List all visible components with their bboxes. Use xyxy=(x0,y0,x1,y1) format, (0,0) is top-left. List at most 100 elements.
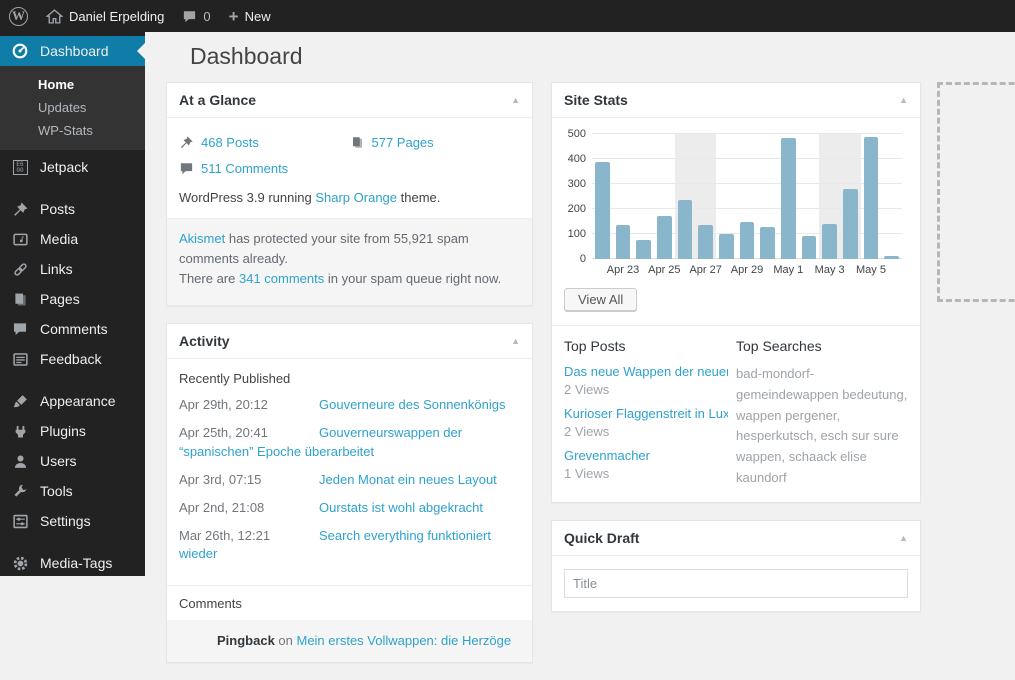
links-chain-icon xyxy=(10,259,30,279)
top-post-views: 2 Views xyxy=(564,424,728,439)
chart-bar[interactable] xyxy=(595,162,610,260)
chart-y-axis: 0100200300400500 xyxy=(564,134,590,259)
activity-widget: Activity ▲ Recently Published Apr 29th, … xyxy=(166,323,533,663)
sidebar-item-label: Links xyxy=(40,261,73,277)
collapse-caret-icon[interactable]: ▲ xyxy=(899,96,908,105)
wrench-icon xyxy=(10,481,30,501)
y-tick-label: 400 xyxy=(568,153,586,165)
sidebar-item-media-tags[interactable]: Media-Tags xyxy=(0,548,145,578)
y-tick-label: 0 xyxy=(580,253,586,265)
dashboard-column-2: Site Stats ▲ 0100200300400500 Apr 23 Apr … xyxy=(551,82,921,629)
wordpress-logo-icon: W xyxy=(9,7,28,26)
sidebar-item-label: Comments xyxy=(40,321,108,337)
chart-bar[interactable] xyxy=(884,256,899,259)
comment-bubble-icon xyxy=(179,161,194,176)
at-a-glance-title: At a Glance xyxy=(179,92,256,108)
chart-bar[interactable] xyxy=(657,216,672,259)
chart-bar[interactable] xyxy=(760,227,775,259)
collapse-caret-icon[interactable]: ▲ xyxy=(899,534,908,543)
posts-count-link[interactable]: 468 Posts xyxy=(201,135,259,150)
sidebar-item-label: Dashboard xyxy=(40,43,109,59)
x-tick-label: Apr 29 xyxy=(731,264,763,276)
activity-title: Activity xyxy=(179,333,230,349)
top-post-link[interactable]: Grevenmacher xyxy=(564,448,728,463)
x-tick-label: May 3 xyxy=(815,264,845,276)
comments-count-link[interactable]: 511 Comments xyxy=(201,161,288,176)
x-tick-label: Apr 27 xyxy=(689,264,721,276)
collapse-caret-icon[interactable]: ▲ xyxy=(511,337,520,346)
chart-bar[interactable] xyxy=(843,189,858,259)
sidebar-item-tools[interactable]: Tools xyxy=(0,476,145,506)
sidebar-item-home[interactable]: Home xyxy=(0,73,145,96)
chart-bar[interactable] xyxy=(864,137,879,259)
sidebar-item-label: Jetpack xyxy=(40,159,88,175)
sidebar-item-media[interactable]: Media xyxy=(0,224,145,254)
gear-icon xyxy=(10,553,30,573)
chart-bar[interactable] xyxy=(740,222,755,259)
comments-heading: Comments xyxy=(167,585,532,620)
chart-bars xyxy=(592,134,902,259)
sidebar-item-appearance[interactable]: Appearance xyxy=(0,386,145,416)
sidebar-item-plugins[interactable]: Plugins xyxy=(0,416,145,446)
chart-bar[interactable] xyxy=(781,138,796,259)
sidebar-item-links[interactable]: Links xyxy=(0,254,145,284)
x-tick-label: Apr 23 xyxy=(607,264,639,276)
pushpin-icon xyxy=(10,199,30,219)
draft-title-input[interactable] xyxy=(564,569,908,598)
post-link[interactable]: Jeden Monat ein neues Layout xyxy=(319,472,497,487)
dashboard-content: Dashboard At a Glance ▲ 468 Posts xyxy=(145,32,1015,576)
sidebar-item-label: Media xyxy=(40,231,78,247)
x-tick-label: Apr 25 xyxy=(648,264,680,276)
new-content-menu[interactable]: + New xyxy=(220,0,280,32)
chart-x-axis: Apr 23Apr 25Apr 27Apr 29May 1May 3May 5 xyxy=(592,264,902,278)
quick-draft-title: Quick Draft xyxy=(564,530,639,546)
sidebar-item-pages[interactable]: Pages xyxy=(0,284,145,314)
chart-bar[interactable] xyxy=(698,225,713,259)
sidebar-item-jetpack[interactable]: E600 Jetpack xyxy=(0,152,145,182)
spam-queue-link[interactable]: 341 comments xyxy=(239,271,324,286)
comment-count: 0 xyxy=(203,9,210,24)
top-post-link[interactable]: Das neue Wappen der neuen … xyxy=(564,364,728,379)
wp-logo-menu[interactable]: W xyxy=(0,0,37,32)
site-name-label: Daniel Erpelding xyxy=(69,9,164,24)
site-stats-title: Site Stats xyxy=(564,92,628,108)
theme-link[interactable]: Sharp Orange xyxy=(315,190,397,205)
sidebar-item-settings[interactable]: Settings xyxy=(0,506,145,536)
chart-bar[interactable] xyxy=(616,225,631,259)
view-all-button[interactable]: View All xyxy=(564,288,637,311)
chart-bar[interactable] xyxy=(719,234,734,259)
comments-menu[interactable]: 0 xyxy=(173,0,219,32)
sidebar-item-label: Feedback xyxy=(40,351,101,367)
akismet-status: Akismet has protected your site from 55,… xyxy=(167,218,532,305)
post-link[interactable]: Gouverneure des Sonnenkönigs xyxy=(319,397,505,412)
pingback-post-link[interactable]: Mein erstes Vollwappen: die Herzöge xyxy=(296,633,511,648)
chart-plot xyxy=(592,134,902,259)
y-tick-label: 500 xyxy=(568,128,586,140)
sidebar-item-feedback[interactable]: Feedback xyxy=(0,344,145,374)
collapse-caret-icon[interactable]: ▲ xyxy=(511,96,520,105)
sidebar-item-wp-stats[interactable]: WP-Stats xyxy=(0,119,145,142)
media-icon xyxy=(10,229,30,249)
sidebar-item-label: Pages xyxy=(40,291,80,307)
chart-bar[interactable] xyxy=(636,240,651,259)
chart-bar[interactable] xyxy=(822,224,837,260)
site-name-menu[interactable]: Daniel Erpelding xyxy=(37,0,173,32)
sidebar-item-updates[interactable]: Updates xyxy=(0,96,145,119)
new-label: New xyxy=(245,9,271,24)
chart-bar[interactable] xyxy=(802,236,817,259)
page-title: Dashboard xyxy=(190,43,303,70)
sidebar-item-users[interactable]: Users xyxy=(0,446,145,476)
sidebar-item-label: Users xyxy=(40,453,77,469)
dashboard-column-1: At a Glance ▲ 468 Posts 577 Pa xyxy=(166,82,533,680)
pages-count-link[interactable]: 577 Pages xyxy=(372,135,434,150)
sidebar-item-posts[interactable]: Posts xyxy=(0,194,145,224)
sidebar-item-comments[interactable]: Comments xyxy=(0,314,145,344)
post-link[interactable]: Ourstats ist wohl abgekracht xyxy=(319,500,483,515)
sidebar-item-label: Settings xyxy=(40,513,91,529)
top-post-link[interactable]: Kurioser Flaggenstreit in Luxe… xyxy=(564,406,728,421)
sidebar-item-dashboard[interactable]: Dashboard xyxy=(0,36,145,66)
top-posts-heading: Top Posts xyxy=(564,338,728,354)
chart-bar[interactable] xyxy=(678,200,693,259)
akismet-link[interactable]: Akismet xyxy=(179,231,225,246)
widget-drop-placeholder[interactable] xyxy=(937,82,1015,302)
